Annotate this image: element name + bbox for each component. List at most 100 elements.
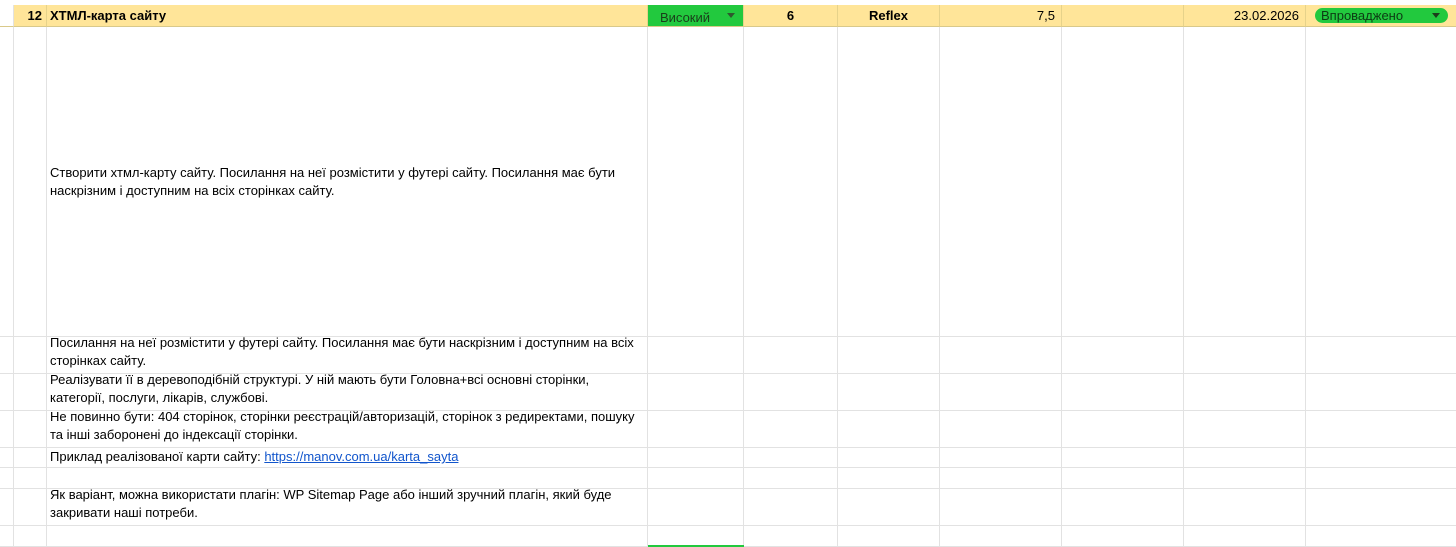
grid-cell[interactable] (1306, 448, 1456, 468)
grid-cell[interactable] (648, 448, 744, 468)
grid-cell[interactable] (1184, 411, 1306, 448)
empty-row (0, 468, 1456, 489)
grid-cell[interactable] (14, 526, 47, 547)
grid-cell[interactable] (1306, 374, 1456, 411)
grid-cell[interactable] (838, 489, 940, 526)
description-text: Створити хтмл-карту сайту. Посилання на … (50, 164, 616, 198)
note-row-3: Не повинно бути: 404 сторінок, сторінки … (0, 411, 1456, 448)
task-number-cell[interactable]: 12 (14, 5, 47, 27)
grid-cell[interactable] (744, 448, 838, 468)
grid-cell[interactable] (648, 374, 744, 411)
grid-cell[interactable] (14, 337, 47, 374)
grid-cell[interactable] (14, 468, 47, 489)
task-row-header: 12 ХТМЛ-карта сайту Високий 6 Reflex 7,5… (0, 5, 1456, 27)
grid-cell[interactable] (1184, 448, 1306, 468)
grid-cell[interactable] (1062, 489, 1184, 526)
row-gutter (0, 526, 14, 547)
grid-cell[interactable] (838, 27, 940, 337)
score-cell[interactable]: 7,5 (940, 5, 1062, 27)
grid-cell[interactable] (838, 468, 940, 489)
grid-cell[interactable] (648, 337, 744, 374)
grid-cell[interactable] (838, 337, 940, 374)
note-cell[interactable]: Не повинно бути: 404 сторінок, сторінки … (47, 411, 648, 448)
grid-cell[interactable] (1306, 468, 1456, 489)
grid-cell[interactable] (47, 526, 648, 547)
note-cell[interactable]: Реалізувати її в деревоподібній структур… (47, 374, 648, 411)
grid-cell[interactable] (940, 526, 1062, 547)
note-text: Посилання на неї розмістити у футері сай… (50, 337, 634, 368)
grid-cell[interactable] (1062, 374, 1184, 411)
grid-cell[interactable] (838, 374, 940, 411)
grid-cell[interactable] (1062, 448, 1184, 468)
grid-cell[interactable] (1184, 489, 1306, 526)
hours-cell[interactable]: 6 (744, 5, 838, 27)
grid-cell[interactable] (1062, 526, 1184, 547)
grid-cell[interactable] (1184, 337, 1306, 374)
grid-cell[interactable] (940, 27, 1062, 337)
grid-cell[interactable] (940, 337, 1062, 374)
grid-cell[interactable] (1184, 374, 1306, 411)
grid-cell[interactable] (744, 411, 838, 448)
grid-cell[interactable] (940, 468, 1062, 489)
grid-cell[interactable] (1184, 27, 1306, 337)
grid-cell[interactable] (744, 468, 838, 489)
note-text: Реалізувати її в деревоподібній структур… (50, 374, 590, 405)
sitemap-example-link[interactable]: https://manov.com.ua/karta_sayta (264, 449, 458, 464)
grid-cell[interactable] (1306, 489, 1456, 526)
grid-cell[interactable] (744, 489, 838, 526)
grid-cell[interactable] (838, 448, 940, 468)
status-cell[interactable]: Впроваджено (1306, 5, 1456, 27)
grid-cell[interactable] (940, 411, 1062, 448)
grid-cell[interactable] (940, 374, 1062, 411)
row-gutter (0, 5, 14, 27)
note-row-1: Посилання на неї розмістити у футері сай… (0, 337, 1456, 374)
grid-cell[interactable] (648, 489, 744, 526)
last-row (0, 526, 1456, 547)
note-cell[interactable]: Посилання на неї розмістити у футері сай… (47, 337, 648, 374)
grid-cell[interactable] (940, 489, 1062, 526)
grid-cell[interactable] (1306, 27, 1456, 337)
status-value: Впроваджено (1321, 8, 1404, 23)
plugin-cell[interactable]: Як варіант, можна використати плагін: WP… (47, 489, 648, 526)
grid-cell[interactable] (14, 489, 47, 526)
grid-cell[interactable] (1062, 411, 1184, 448)
grid-cell[interactable] (648, 526, 744, 547)
grid-cell[interactable] (1306, 337, 1456, 374)
date-cell[interactable]: 23.02.2026 (1184, 5, 1306, 27)
task-title-cell[interactable]: ХТМЛ-карта сайту (47, 5, 648, 27)
priority-dropdown-cell[interactable]: Високий (648, 5, 744, 27)
grid-cell[interactable] (838, 411, 940, 448)
grid-cell[interactable] (648, 411, 744, 448)
grid-cell[interactable] (1184, 526, 1306, 547)
grid-cell[interactable] (14, 374, 47, 411)
status-chip[interactable]: Впроваджено (1315, 8, 1448, 23)
grid-cell[interactable] (1184, 468, 1306, 489)
grid-cell[interactable] (648, 27, 744, 337)
grid-cell[interactable] (744, 374, 838, 411)
dropdown-arrow-icon[interactable] (1432, 13, 1440, 18)
grid-cell[interactable] (940, 448, 1062, 468)
grid-cell[interactable] (14, 411, 47, 448)
grid-cell[interactable] (1306, 411, 1456, 448)
grid-cell[interactable] (838, 526, 940, 547)
row-gutter (0, 27, 14, 337)
grid-cell[interactable] (1306, 526, 1456, 547)
grid-cell[interactable] (744, 526, 838, 547)
grid-cell[interactable] (1062, 337, 1184, 374)
description-cell[interactable]: Створити хтмл-карту сайту. Посилання на … (47, 27, 648, 337)
grid-cell[interactable] (14, 27, 47, 337)
row-gutter (0, 411, 14, 448)
dropdown-arrow-icon[interactable] (727, 13, 735, 18)
grid-cell[interactable] (744, 337, 838, 374)
grid-cell[interactable] (648, 468, 744, 489)
grid-cell[interactable] (744, 27, 838, 337)
grid-cell[interactable] (14, 448, 47, 468)
grid-cell[interactable] (47, 468, 648, 489)
grid-cell[interactable] (1062, 27, 1184, 337)
assignee-cell[interactable]: Reflex (838, 5, 940, 27)
grid-cell[interactable] (1062, 468, 1184, 489)
row-gutter (0, 374, 14, 411)
empty-cell[interactable] (1062, 5, 1184, 27)
example-cell[interactable]: Приклад реалізованої карти сайту: https:… (47, 448, 648, 468)
row-gutter (0, 448, 14, 468)
